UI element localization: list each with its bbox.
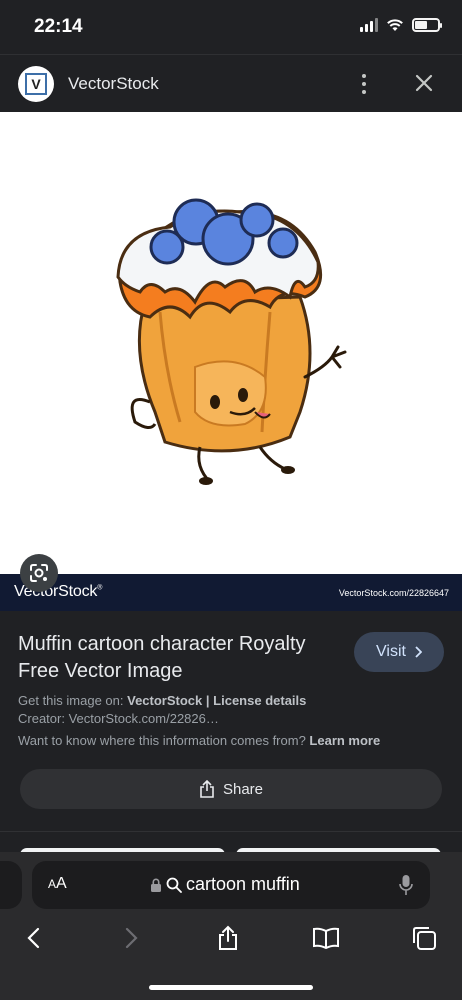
forward-button[interactable] xyxy=(116,922,148,954)
share-page-button[interactable] xyxy=(212,922,244,954)
chevron-right-icon xyxy=(415,646,422,658)
visit-label: Visit xyxy=(376,643,406,660)
back-button[interactable] xyxy=(17,922,49,954)
site-header: V VectorStock xyxy=(0,54,462,112)
tabs-button[interactable] xyxy=(408,922,440,954)
previous-tab-peek[interactable] xyxy=(0,861,22,909)
visit-button[interactable]: Visit xyxy=(354,632,444,672)
learn-more-link[interactable]: Learn more xyxy=(309,733,380,748)
address-bar[interactable]: AAAA cartoon muffin xyxy=(32,861,430,909)
image-info-panel: Muffin cartoon character Royalty Free Ve… xyxy=(0,611,462,831)
source-link[interactable]: VectorStock xyxy=(127,693,202,708)
google-lens-button[interactable] xyxy=(20,554,58,592)
share-button[interactable]: Share xyxy=(20,769,442,809)
site-logo[interactable]: V xyxy=(18,66,54,102)
battery-icon xyxy=(412,18,442,32)
vectorstock-logo-icon: V xyxy=(25,73,47,95)
watermark-url: VectorStock.com/22826647 xyxy=(338,588,449,598)
status-time: 22:14 xyxy=(34,16,83,37)
share-icon xyxy=(219,925,237,950)
share-label: Share xyxy=(222,780,264,798)
creator-line: Creator: VectorStock.com/22826… xyxy=(18,711,219,726)
home-indicator xyxy=(149,985,313,990)
license-details-link[interactable]: License details xyxy=(213,693,306,708)
lock-icon xyxy=(151,878,161,892)
book-icon xyxy=(313,927,339,949)
status-bar: 22:14 xyxy=(0,0,462,54)
share-icon xyxy=(200,780,214,798)
muffin-illustration xyxy=(116,198,347,485)
info-source-line: Want to know where this information come… xyxy=(18,733,381,748)
cellular-signal-icon xyxy=(360,18,378,32)
chevron-left-icon xyxy=(27,927,40,949)
image-title[interactable]: Muffin cartoon character Royalty Free Ve… xyxy=(18,631,338,685)
more-options-icon[interactable] xyxy=(352,72,376,96)
browser-toolbar xyxy=(0,922,462,958)
search-icon xyxy=(166,877,182,893)
result-image[interactable] xyxy=(0,112,462,574)
status-icons xyxy=(360,18,442,32)
close-icon[interactable] xyxy=(412,71,436,95)
wifi-icon xyxy=(387,19,403,31)
watermark-bar: VectorStock® VectorStock.com/22826647 xyxy=(0,574,462,611)
chevron-right-icon xyxy=(125,927,138,949)
source-line: Get this image on: VectorStock | License… xyxy=(18,693,307,708)
bookmarks-button[interactable] xyxy=(310,922,342,954)
lens-icon xyxy=(30,564,48,582)
tabs-icon xyxy=(413,927,436,950)
site-name[interactable]: VectorStock xyxy=(68,74,159,94)
reader-options-button[interactable]: AAAA xyxy=(48,875,67,893)
microphone-icon[interactable] xyxy=(398,874,414,896)
browser-chrome: AAAA cartoon muffin xyxy=(0,852,462,1000)
address-text: cartoon muffin xyxy=(186,874,300,894)
address-center: cartoon muffin xyxy=(150,874,300,895)
